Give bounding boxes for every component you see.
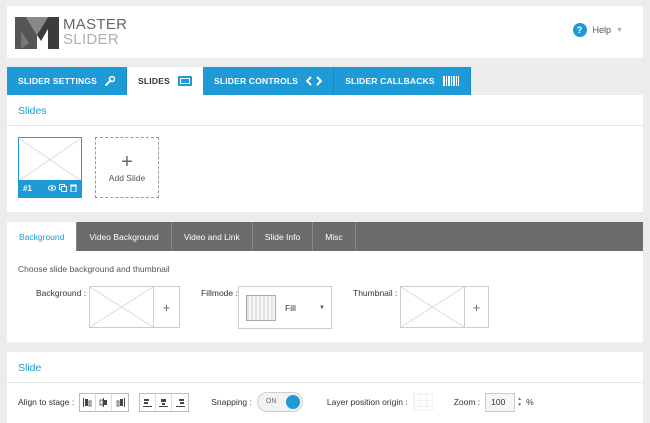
master-slider-logo: MASTER SLIDER [15, 15, 127, 49]
tab-label: SLIDES [138, 76, 170, 86]
add-thumbnail-button[interactable]: + [465, 287, 488, 327]
placeholder-image-icon [90, 287, 154, 327]
align-label: Align to stage : [18, 397, 75, 407]
thumbnail-label: Thumbnail : [353, 288, 398, 298]
plus-icon: + [121, 150, 133, 173]
tab-slider-controls[interactable]: SLIDER CONTROLS [202, 67, 335, 95]
toggle-knob [285, 395, 300, 409]
tab-misc[interactable]: Misc [313, 222, 356, 251]
tab-slide-info[interactable]: Slide Info [253, 222, 314, 251]
slide-options-panel: Background Video Background Video and Li… [7, 222, 643, 342]
main-tabs: SLIDER SETTINGS SLIDES SLIDER CONTROLS S… [7, 67, 471, 95]
slides-icon [177, 76, 192, 86]
placeholder-image-icon [401, 287, 465, 327]
help-label: Help [592, 25, 612, 35]
align-horizontal-group [79, 392, 130, 412]
arrows-icon [306, 76, 323, 86]
align-right-button[interactable] [112, 394, 128, 411]
zoom-label: Zoom : [453, 397, 481, 407]
align-middle-icon [159, 398, 169, 407]
align-middle-button[interactable] [156, 393, 173, 411]
fill-preview-icon [246, 294, 276, 321]
tab-background[interactable]: Background [7, 222, 78, 251]
divider [7, 125, 643, 126]
wrench-icon [105, 76, 116, 86]
origin-grid-picker[interactable] [412, 393, 433, 411]
zoom-unit: % [526, 397, 534, 407]
snapping-toggle[interactable]: ON [256, 392, 303, 412]
thumbnail-image-picker[interactable]: + [400, 286, 489, 328]
align-center-icon [99, 397, 108, 407]
slide-toolbar: Align to stage : Snapping : ON Layer pos… [18, 392, 534, 412]
slide-section-title: Slide [18, 362, 42, 374]
zoom-input[interactable]: 100 [485, 392, 516, 412]
tab-video-and-link[interactable]: Video and Link [172, 222, 253, 251]
zoom-stepper[interactable]: ▲ ▼ [517, 396, 522, 408]
logo-mark-icon [15, 17, 59, 49]
barcode-icon [442, 76, 459, 86]
background-description: Choose slide background and thumbnail [18, 264, 170, 274]
add-background-button[interactable]: + [154, 287, 179, 327]
background-image-picker[interactable]: + [89, 286, 180, 328]
align-bottom-icon [175, 398, 185, 407]
tab-label: SLIDER SETTINGS [18, 76, 98, 86]
fillmode-label: Fillmode : [201, 288, 238, 298]
slides-section-title: Slides [18, 105, 47, 117]
chevron-down-icon: ▼ [616, 26, 623, 34]
add-slide-label: Add Slide [108, 172, 146, 183]
duplicate-icon[interactable] [59, 183, 67, 194]
placeholder-image-icon [20, 139, 80, 180]
fillmode-value: Fill [285, 302, 296, 313]
slide-thumbnail[interactable]: #1 [18, 137, 82, 198]
slides-panel: Slides #1 + Add Slide [7, 95, 643, 212]
tab-label: SLIDER CONTROLS [213, 76, 299, 86]
align-bottom-button[interactable] [172, 394, 188, 411]
chevron-down-icon: ▼ [319, 304, 325, 311]
logo-text-master: MASTER [63, 16, 128, 33]
logo-text-slider: SLIDER [63, 31, 119, 48]
trash-icon[interactable] [70, 184, 77, 194]
app-header: MASTER SLIDER ? Help ▼ [7, 6, 643, 58]
origin-label: Layer position origin : [326, 397, 408, 407]
add-slide-button[interactable]: + Add Slide [95, 137, 159, 198]
background-label: Background : [36, 288, 87, 298]
tab-label: SLIDER CALLBACKS [345, 76, 435, 86]
help-icon: ? [572, 23, 587, 37]
slide-number: #1 [23, 184, 32, 193]
align-top-button[interactable] [140, 393, 157, 411]
align-left-button[interactable] [80, 393, 97, 411]
slide-panel: Slide Align to stage : Snapping : ON Lay… [7, 352, 643, 423]
align-vertical-group [139, 392, 190, 412]
align-center-button[interactable] [96, 393, 113, 411]
tab-slider-callbacks[interactable]: SLIDER CALLBACKS [334, 67, 471, 95]
tab-slider-settings[interactable]: SLIDER SETTINGS [7, 67, 128, 95]
align-left-icon [83, 397, 92, 407]
divider [7, 382, 643, 383]
tab-slides[interactable]: SLIDES [127, 67, 203, 95]
align-right-icon [116, 397, 125, 407]
help-menu[interactable]: ? Help ▼ [572, 23, 623, 37]
eye-icon[interactable] [47, 184, 57, 194]
slide-options-tabs: Background Video Background Video and Li… [7, 222, 643, 251]
zoom-control: 100 ▲ ▼ % [485, 392, 534, 412]
tab-video-background[interactable]: Video Background [77, 222, 172, 251]
snapping-label: Snapping : [211, 397, 252, 407]
slide-bar: #1 [19, 180, 81, 197]
snapping-state: ON [265, 398, 277, 405]
align-top-icon [143, 398, 153, 407]
fillmode-select[interactable]: Fill ▼ [238, 286, 332, 329]
chevron-down-icon[interactable]: ▼ [517, 402, 522, 408]
